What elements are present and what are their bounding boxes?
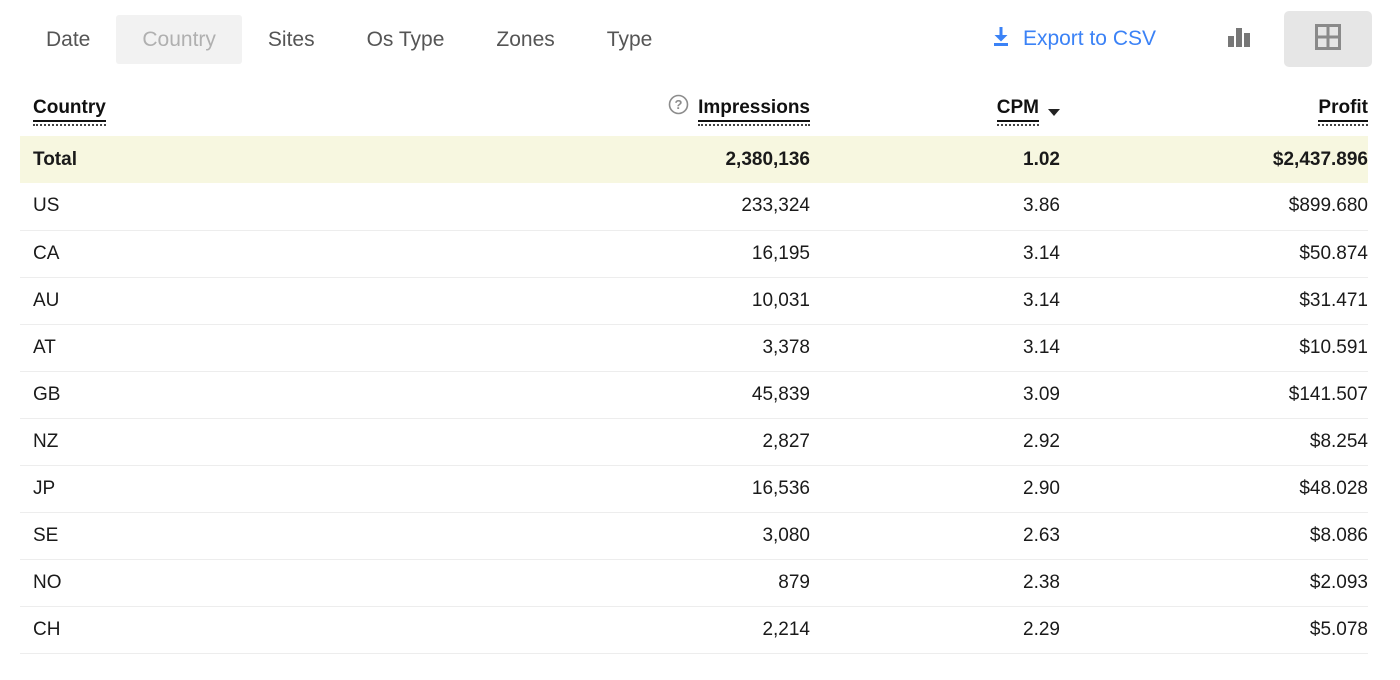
svg-text:?: ? [675, 97, 683, 112]
cell-impressions: 2,380,136 [725, 148, 810, 170]
cell-country: CH [33, 618, 61, 640]
cell-impressions: 16,536 [751, 477, 810, 499]
cell-cpm: 2.29 [1023, 618, 1060, 640]
column-header-label: Country [33, 97, 106, 126]
cell-profit: $48.028 [1299, 477, 1368, 499]
tab-sites[interactable]: Sites [242, 15, 341, 64]
cell-profit: $899.680 [1288, 195, 1368, 217]
cell-country: AT [33, 336, 56, 358]
tab-type[interactable]: Type [581, 15, 679, 64]
table-row[interactable]: NO 879 2.38 $2.093 [20, 559, 1368, 606]
cell-profit: $8.254 [1309, 430, 1368, 452]
cell-profit: $141.507 [1288, 383, 1368, 405]
column-header-group: Country [33, 97, 106, 126]
cell-impressions: 10,031 [751, 289, 810, 311]
table-body: Total 2,380,136 1.02 $2,437.896 US 233,324 3.8… [20, 136, 1368, 653]
cell-country: SE [33, 524, 59, 546]
cell-impressions: 2,214 [762, 618, 810, 640]
table-view-toggle[interactable] [1284, 11, 1372, 67]
column-header-label: CPM [996, 97, 1040, 126]
cell-profit: $10.591 [1299, 336, 1368, 358]
column-header-country[interactable]: Country [20, 78, 580, 136]
column-header-group: CPM [996, 97, 1060, 126]
table-row[interactable]: CA 16,195 3.14 $50.874 [20, 230, 1368, 277]
cell-country: NO [33, 571, 62, 593]
export-to-csv-label: Export to CSV [1022, 27, 1156, 50]
column-header-group: ? Impressions [668, 94, 810, 126]
cell-impressions: 3,080 [762, 524, 810, 546]
column-header-label: Impressions [698, 97, 810, 126]
toolbar: Date Country Sites Os Type Zones Type Export … [0, 0, 1400, 78]
cell-country: NZ [33, 430, 59, 452]
bar-chart-icon [1226, 25, 1252, 54]
table-row[interactable]: CH 2,214 2.29 $5.078 [20, 606, 1368, 653]
cell-profit: $2,437.896 [1272, 148, 1368, 170]
cell-profit: $8.086 [1309, 524, 1368, 546]
column-header-profit[interactable]: Profit [1060, 78, 1368, 136]
table-row[interactable]: US 233,324 3.86 $899.680 [20, 183, 1368, 230]
cell-cpm: 3.14 [1023, 289, 1060, 311]
cell-cpm: 3.09 [1023, 383, 1060, 405]
report-table-container: Country? Impressions CPM Profit Total 2,380,… [0, 78, 1400, 654]
cell-cpm: 3.86 [1023, 195, 1060, 217]
report-table: Country? Impressions CPM Profit Total 2,380,… [20, 78, 1368, 654]
grid-table-icon [1315, 23, 1341, 55]
column-header-cpm[interactable]: CPM [810, 78, 1060, 136]
download-icon [990, 25, 1012, 53]
cell-country: US [33, 195, 60, 217]
total-row[interactable]: Total 2,380,136 1.02 $2,437.896 [20, 136, 1368, 183]
sort-descending-icon[interactable] [1048, 109, 1060, 116]
table-row[interactable]: SE 3,080 2.63 $8.086 [20, 512, 1368, 559]
cell-profit: $31.471 [1299, 289, 1368, 311]
cell-profit: $2.093 [1309, 571, 1368, 593]
chart-view-toggle[interactable] [1212, 12, 1266, 67]
table-head: Country? Impressions CPM Profit [20, 78, 1368, 136]
tab-country[interactable]: Country [116, 14, 242, 64]
cell-country: JP [33, 477, 56, 499]
cell-cpm: 3.14 [1023, 336, 1060, 358]
cell-country: GB [33, 383, 61, 405]
column-header-group: Profit [1318, 97, 1368, 126]
dimension-tabs: Date Country Sites Os Type Zones Type [20, 14, 679, 64]
export-to-csv-button[interactable]: Export to CSV [986, 17, 1160, 61]
question-circle-icon[interactable]: ? [668, 94, 689, 121]
cell-cpm: 2.92 [1023, 430, 1060, 452]
table-row[interactable]: AT 3,378 3.14 $10.591 [20, 324, 1368, 371]
cell-impressions: 879 [778, 571, 810, 593]
cell-cpm: 1.02 [1023, 148, 1060, 170]
tab-zones[interactable]: Zones [470, 15, 580, 64]
cell-impressions: 2,827 [762, 430, 810, 452]
table-row[interactable]: GB 45,839 3.09 $141.507 [20, 371, 1368, 418]
cell-cpm: 2.90 [1023, 477, 1060, 499]
cell-country: Total [33, 148, 77, 170]
table-row[interactable]: AU 10,031 3.14 $31.471 [20, 277, 1368, 324]
cell-impressions: 3,378 [762, 336, 810, 358]
table-row[interactable]: NZ 2,827 2.92 $8.254 [20, 418, 1368, 465]
cell-cpm: 2.38 [1023, 571, 1060, 593]
table-row[interactable]: JP 16,536 2.90 $48.028 [20, 465, 1368, 512]
cell-cpm: 2.63 [1023, 524, 1060, 546]
toolbar-actions: Export to CSV [986, 11, 1372, 67]
cell-impressions: 16,195 [751, 242, 810, 264]
cell-profit: $50.874 [1299, 242, 1368, 264]
cell-country: CA [33, 242, 60, 264]
tab-os-type[interactable]: Os Type [341, 15, 471, 64]
table-header-row: Country? Impressions CPM Profit [20, 78, 1368, 136]
tab-date[interactable]: Date [20, 15, 116, 64]
cell-profit: $5.078 [1309, 618, 1368, 640]
cell-impressions: 45,839 [751, 383, 810, 405]
cell-cpm: 3.14 [1023, 242, 1060, 264]
cell-impressions: 233,324 [741, 195, 810, 217]
column-header-impressions[interactable]: ? Impressions [580, 78, 810, 136]
cell-country: AU [33, 289, 60, 311]
column-header-label: Profit [1318, 97, 1368, 126]
